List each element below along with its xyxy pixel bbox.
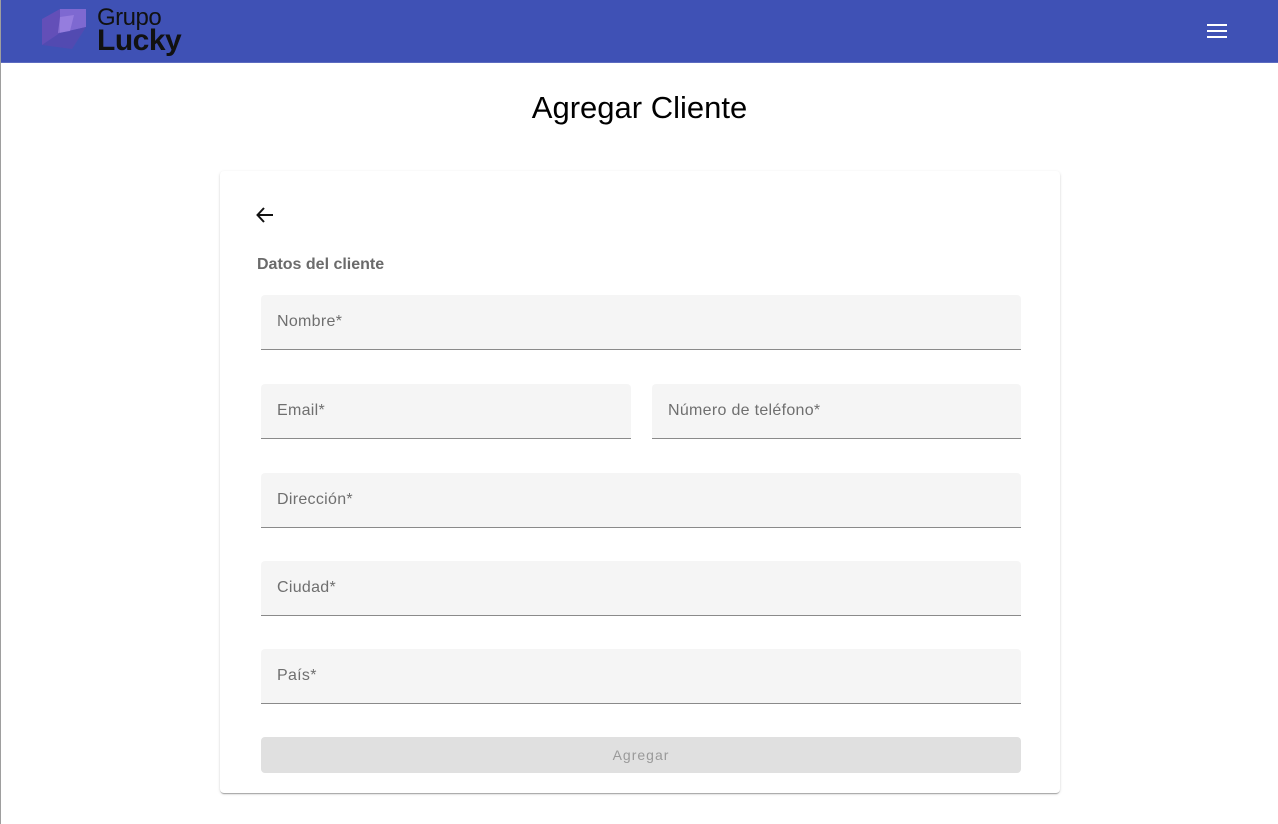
back-button[interactable] <box>246 196 284 234</box>
grupo-lucky-logo-icon <box>42 9 86 49</box>
top-toolbar: Grupo Lucky <box>1 0 1278 63</box>
direccion-field <box>261 473 1021 528</box>
agregar-button[interactable]: Agregar <box>261 737 1021 773</box>
nombre-field <box>261 295 1021 350</box>
client-form-card: Datos del cliente Agregar <box>220 171 1060 793</box>
menu-icon <box>1207 24 1227 38</box>
arrow-left-icon <box>256 207 273 223</box>
page-title: Agregar Cliente <box>531 90 748 125</box>
nombre-input[interactable] <box>261 295 1021 349</box>
menu-button[interactable] <box>1195 9 1239 53</box>
phone-field <box>652 384 1021 439</box>
email-input[interactable] <box>261 384 631 438</box>
phone-input[interactable] <box>652 384 1021 438</box>
ciudad-field <box>261 561 1021 616</box>
logo-text-lucky: Lucky <box>97 24 182 57</box>
app-window: Grupo Lucky Agregar Cliente Datos del cl… <box>0 0 1278 824</box>
email-field <box>261 384 631 439</box>
section-label-client-data: Datos del cliente <box>257 256 385 273</box>
pais-field <box>261 649 1021 704</box>
logo[interactable]: Grupo Lucky <box>40 5 190 57</box>
ciudad-input[interactable] <box>261 561 1021 615</box>
direccion-input[interactable] <box>261 473 1021 527</box>
pais-input[interactable] <box>261 649 1021 703</box>
